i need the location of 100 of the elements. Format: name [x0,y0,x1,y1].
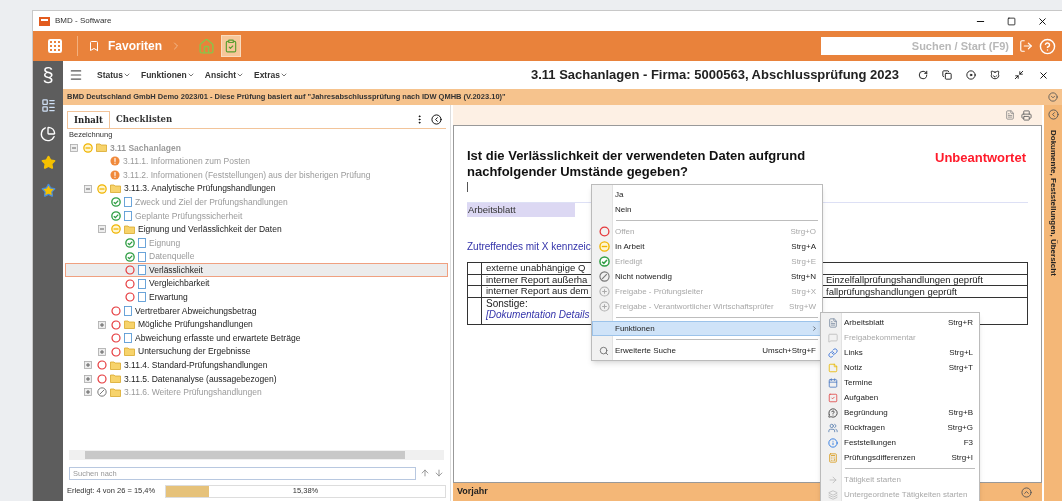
tree-row[interactable]: Untersuchung der Ergebnisse [65,344,448,359]
checklist-icon [224,39,238,53]
tree-row[interactable]: Vergleichbarkeit [65,276,448,291]
page-title: 3.11 Sachanlagen - Firma: 5000563, Abschlussprüfung 2023 [531,66,899,85]
document-icon [138,292,146,303]
arrow-up-icon[interactable] [420,468,430,478]
exit-icon[interactable] [1019,39,1033,53]
collapse-icon[interactable] [70,143,78,152]
menu-button[interactable]: Ansicht [204,68,244,82]
chevron-down-icon [235,71,244,79]
note-icon [828,362,838,373]
menu-item[interactable]: Arbeitsblatt Strg+R [821,315,979,330]
menu-item[interactable]: Rückfragen Strg+G [821,420,979,435]
checklist-button[interactable] [221,35,241,57]
maximize-icon[interactable] [1007,16,1016,26]
pie-chart-icon[interactable] [40,126,56,142]
chevron-down-icon [186,71,195,79]
document-icon [138,237,146,248]
document-icon [138,278,146,289]
folder-icon [124,347,135,357]
close-icon[interactable] [1038,69,1049,81]
folder-icon [110,388,121,397]
menu-button[interactable]: Extras [253,68,288,82]
calendar-icon [828,377,838,388]
refresh-icon[interactable] [918,70,928,80]
tree-label: Vertretbarer Abweichungsbetrag [135,306,257,316]
arrow-down-icon[interactable] [434,468,444,478]
side-strip-label: Dokumente, Feststellungen, Übersicht [1048,130,1059,276]
collapse-icon[interactable] [84,184,92,193]
expand-icon[interactable] [1021,486,1032,498]
tree-label: 3.11 Sachanlagen [110,143,181,153]
link-icon [828,347,838,358]
tab[interactable]: Checklisten [110,111,179,128]
star-icon[interactable] [40,155,56,170]
menu-icon[interactable] [69,68,83,82]
scrollbar-thumb[interactable] [85,451,405,459]
menu-item[interactable]: In Arbeit Strg+A [592,239,822,254]
restore-icon[interactable] [1014,70,1024,80]
search-field[interactable]: Suchen / Start (F9) [821,37,1013,55]
copy-icon[interactable] [942,70,952,80]
menu-item[interactable]: Prüfungsdifferenzen Strg+I [821,450,979,465]
print-icon[interactable] [1021,109,1032,121]
menu-item[interactable]: Erweiterte Suche Umsch+Strg+F [592,343,822,358]
chevron-right-icon [811,325,818,332]
expand-icon[interactable] [84,388,92,397]
menu-item[interactable]: Termine [821,375,979,390]
document-icon[interactable] [1005,110,1015,120]
menu-item[interactable]: Notiz Strg+T [821,360,979,375]
tree-row[interactable]: 3.11.5. Datenanalyse (aussagebezogen) [65,372,448,386]
menu-item[interactable]: Nein [592,202,822,217]
grid-icon[interactable] [47,38,63,54]
help-icon[interactable] [1039,37,1056,55]
option-text: Sonstige: [486,297,529,309]
tree-row[interactable]: Eignung und Verlässlichkeit der Daten [65,222,448,237]
chevron-down-icon [123,71,131,79]
menu-item[interactable]: Nicht notwendig Strg+N [592,269,822,284]
chevron-down-icon [279,71,288,79]
star-icon[interactable] [40,183,56,198]
tree-row[interactable]: Verlässlichkeit [65,263,448,277]
folder-icon [124,224,135,234]
tree-row[interactable]: Erwartung [65,290,448,305]
menu-item[interactable]: Begründung Strg+B [821,405,979,420]
layers-icon [828,489,838,500]
calculator-icon [828,452,838,463]
question-text: Ist die Verlässlichkeit der verwendeten Daten aufgrund nachfolgender Umstände gegeben? [467,148,807,180]
cat-icon[interactable] [990,70,1000,80]
collapse-icon[interactable] [98,225,106,234]
checklist-icon [828,392,838,403]
tree-row[interactable]: 3.11.4. Standard-Prüfungshandlungen [65,358,448,373]
menu-item[interactable]: Funktionen [592,321,822,336]
tree-label: Zweck und Ziel der Prüfungshandlungen [135,197,288,207]
document-icon [138,265,146,276]
search-icon [599,345,609,356]
tree-label: 3.11.5. Datenanalyse (aussagebezogen) [124,374,277,384]
tree-row[interactable]: Abweichung erfasste und erwartete Beträge [65,331,448,345]
tab[interactable]: Inhalt [67,111,110,128]
expand-icon[interactable] [84,374,92,383]
tree-row[interactable]: 3.11.3. Analytische Prüfungshandlungen [65,181,448,196]
menu-button[interactable]: Funktionen [141,68,195,82]
menu-item[interactable]: Links Strg+L [821,345,979,360]
expand-icon[interactable] [1047,109,1059,120]
expand-icon[interactable] [98,347,106,356]
close-icon[interactable] [1037,15,1048,27]
menu-item[interactable]: Feststellungen F3 [821,435,979,450]
tree-row[interactable]: Vertretbarer Abweichungsbetrag [65,304,448,318]
option-text: Einzelfallprüfungshandlungen geprüft [826,275,983,285]
menu-item[interactable]: Ja [592,187,822,202]
menu-item[interactable]: Aufgaben [821,390,979,405]
section-button[interactable]: § [42,65,54,85]
collapse-panel-icon[interactable] [431,114,442,125]
expand-icon[interactable] [84,361,92,370]
disc-icon[interactable] [966,70,976,80]
menu-button[interactable]: Status [97,68,131,82]
list-icon[interactable] [40,98,56,113]
bar-title: Vorjahr [457,485,488,499]
collapse-icon[interactable] [1048,92,1058,102]
tree-row[interactable]: Mögliche Prüfungshandlungen [65,317,448,332]
side-strip[interactable]: Dokumente, Feststellungen, Übersicht [1044,105,1062,501]
expand-icon[interactable] [98,320,106,329]
horizontal-scrollbar[interactable] [69,450,444,460]
